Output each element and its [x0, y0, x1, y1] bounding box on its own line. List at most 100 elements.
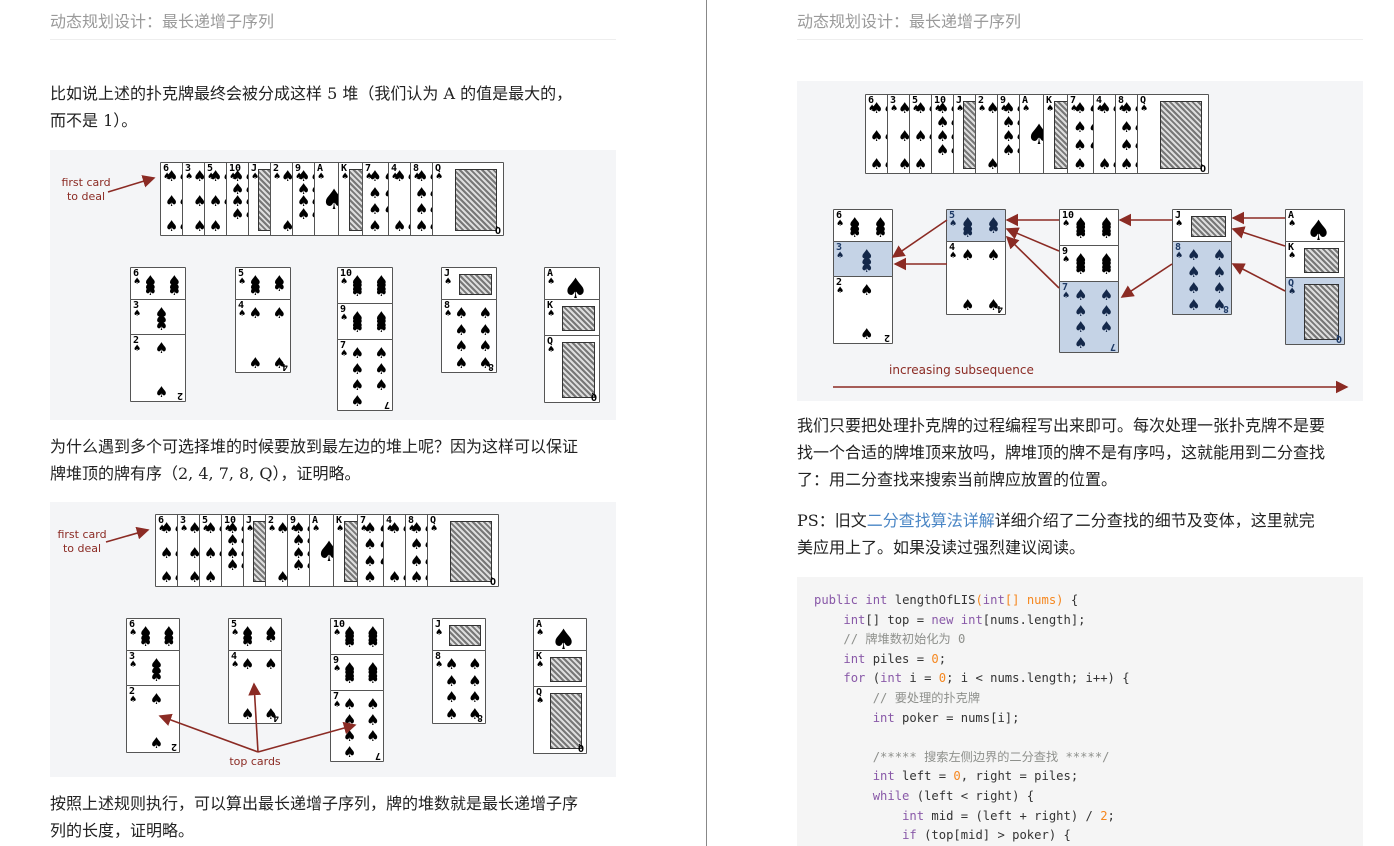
spade-icon: ♠ — [342, 668, 357, 687]
spade-icon: ♠ — [363, 535, 377, 554]
spade-icon: ♠ — [208, 217, 223, 235]
arrow — [1005, 235, 1060, 289]
spade-icon: ♠ — [409, 551, 424, 570]
spade-icon: ♠ — [961, 296, 975, 314]
spade-icon: ♠ — [238, 277, 247, 287]
spade-icon: ♠ — [478, 320, 493, 339]
card-rank-bottom: Q — [489, 575, 496, 586]
spade-icon: ♠ — [869, 155, 884, 173]
spade-icon: ♠ — [1119, 99, 1134, 117]
spade-icon: ♠ — [333, 628, 342, 638]
spade-icon: ♠ — [240, 632, 255, 650]
spade-icon: ♠ — [414, 183, 429, 202]
spade-icon: ♠ — [374, 281, 389, 300]
spade-icon: ♠ — [312, 524, 321, 534]
spade-icon: ♠ — [133, 309, 142, 319]
spade-icon: ♠ — [444, 655, 459, 673]
code-line: if (top[mid] > poker) { — [902, 828, 1071, 843]
label-first-card: first card to deal — [61, 176, 111, 203]
spade-icon: ♠ — [409, 519, 424, 537]
spade-icon: ♠ — [1074, 334, 1088, 352]
page-header-title: 动态规划设计：最长递增子序列 — [797, 12, 1022, 31]
playing-card-8-of-spades: 8 ♠ ♠ ♠ ♠ ♠ ♠ ♠ ♠ ♠ 8 — [432, 650, 486, 724]
playing-card-q-of-spades: Q ♠ Q — [432, 162, 504, 236]
spade-icon: ♠ — [547, 309, 556, 319]
spade-icon: ♠ — [159, 568, 174, 586]
spade-icon: ♠ — [248, 281, 263, 299]
spade-icon: ♠ — [333, 700, 342, 710]
spade-icon: ♠ — [1099, 302, 1114, 320]
spade-icon: ♠ — [961, 223, 975, 241]
playing-card-2-of-spades: 2 ♠ ♠ ♠ 2 — [833, 276, 893, 344]
face-card-portrait — [1160, 101, 1202, 169]
spade-icon: ♠ — [1097, 99, 1112, 117]
spade-icon: ♠ — [1099, 286, 1114, 304]
face-card-portrait — [1191, 216, 1226, 237]
face-card-portrait — [449, 625, 481, 646]
card-rank-bottom: 4 — [272, 712, 279, 723]
playing-card-q-of-spades: Q ♠ Q — [544, 335, 600, 403]
card-rank-bottom: Q — [494, 224, 501, 235]
text-line: 为什么遇到多个可选择堆的时候要放到最左边的堆上呢？因为这样可以保证 — [50, 437, 579, 456]
playing-card-q-of-spades: Q ♠ Q — [1137, 94, 1209, 174]
spade-icon: ♠ — [264, 627, 278, 646]
spade-icon: ♠ — [547, 277, 556, 287]
spade-icon: ♠ — [1187, 296, 1201, 314]
playing-card-9-of-spades: 9♠♠♠♠♠♠♠♠♠ — [330, 654, 384, 691]
spade-icon: ♠ — [231, 628, 240, 638]
playing-card-5-of-spades: 5♠♠♠♠♠♠ — [235, 267, 291, 300]
spade-icon: ♠ — [159, 519, 174, 537]
spade-icon: ♠ — [430, 524, 439, 534]
playing-card-a-of-spades: A ♠ ♠ — [544, 267, 600, 300]
card-rank-bottom: 8 — [487, 361, 494, 372]
spade-icon: ♠ — [1212, 246, 1227, 264]
spade-icon: ♠ — [1001, 141, 1016, 159]
spade-icon: ♠ — [1022, 104, 1031, 114]
spade-icon: ♠ — [1288, 219, 1297, 229]
spade-icon: ♠ — [240, 705, 255, 723]
spade-icon: ♠ — [248, 304, 263, 322]
spade-icon: ♠ — [368, 217, 382, 235]
code-line: /***** 搜索左侧边界的二分查找 *****/ — [872, 749, 1110, 764]
spade-icon: ♠ — [374, 376, 389, 394]
spade-icon: ♠ — [159, 543, 174, 562]
playing-card-3-of-spades: 3 ♠ ♠ ♠ ♠ — [833, 241, 893, 277]
spade-icon: ♠ — [149, 667, 164, 685]
spade-icon: ♠ — [342, 695, 357, 713]
spade-icon: ♠ — [350, 344, 365, 362]
spade-icon: ♠ — [133, 277, 142, 287]
spade-icon: ♠ — [468, 671, 482, 690]
spade-icon: ♠ — [547, 345, 556, 355]
spade-icon: ♠ — [1288, 251, 1297, 261]
spade-icon: ♠ — [203, 543, 218, 562]
spade-icon: ♠ — [392, 167, 407, 185]
paragraph-piles-intro: 比如说上述的扑克牌最终会被分成这样 5 堆（我们认为 A 的值是最大的， 而不是… — [50, 80, 620, 134]
spade-icon: ♠ — [536, 660, 545, 670]
spade-icon: ♠ — [1074, 302, 1088, 320]
playing-card-4-of-spades: 4 ♠ ♠ ♠ ♠ ♠ 4 — [235, 299, 291, 373]
code-line: public int lengthOfLIS(int[] nums) { — [814, 593, 1079, 607]
playing-card-9-of-spades: 9♠♠♠♠♠♠♠♠♠ — [1059, 245, 1119, 282]
page-header-title: 动态规划设计：最长递增子序列 — [50, 12, 275, 31]
link-binary-search-article[interactable]: 二分查找算法详解 — [867, 511, 995, 530]
spade-icon: ♠ — [913, 127, 928, 145]
face-card-portrait — [550, 657, 582, 682]
spade-icon: ♠ — [225, 555, 240, 574]
card-rank-bottom: 4 — [996, 303, 1003, 314]
spade-icon: ♠ — [873, 223, 888, 241]
spade-icon: ♠ — [164, 192, 179, 210]
spade-icon: ♠ — [1099, 223, 1114, 242]
spade-icon: ♠ — [164, 167, 179, 185]
spade-icon: ♠ — [368, 200, 382, 219]
figure-top-cards: first card to deal top cards 6♠♠♠♠♠♠♠3♠♠… — [50, 502, 616, 777]
spade-icon: ♠ — [1074, 223, 1088, 242]
spade-icon: ♠ — [860, 325, 874, 343]
spade-icon: ♠ — [414, 200, 429, 219]
card-rank-bottom: 2 — [176, 390, 183, 401]
playing-card-10-of-spades: 10♠♠♠♠♠♠♠♠♠ — [1059, 209, 1119, 246]
spade-icon: ♠ — [890, 104, 899, 114]
playing-card-j-of-spades: J ♠ — [432, 618, 486, 651]
label-first-card: first card to deal — [57, 528, 107, 555]
playing-card-j-of-spades: J ♠ — [441, 267, 497, 300]
